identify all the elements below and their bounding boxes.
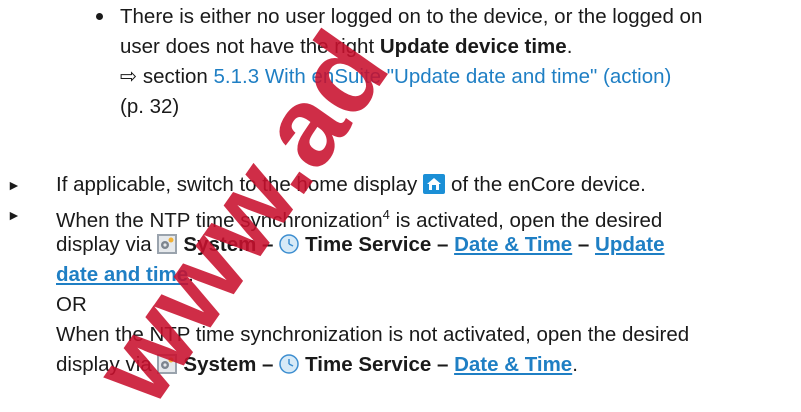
bullet-dot <box>96 13 103 20</box>
home-icon <box>422 174 445 202</box>
bullet-line-2: user does not have the right Update devi… <box>120 35 573 58</box>
section-reference: ⇨ section 5.1.3 With enSuite "Update dat… <box>120 65 672 88</box>
footnote-ref: 4 <box>382 207 390 222</box>
step-marker: ► <box>7 207 21 223</box>
bullet-line-1: There is either no user logged on to the… <box>120 5 703 28</box>
section-link[interactable]: 5.1.3 With enSuite "Update date and time… <box>214 65 672 88</box>
clock-icon <box>279 234 299 262</box>
step-1: If applicable, switch to the home displa… <box>56 171 646 202</box>
clock-icon <box>279 354 299 382</box>
update-link-part-1[interactable]: Update <box>595 233 664 256</box>
step-2-line-2: display via System – Time Service – Date… <box>56 231 665 262</box>
step-3-line-2: display via System – Time Service – Date… <box>56 351 578 382</box>
step-3-line-1: When the NTP time synchronization is not… <box>56 323 690 346</box>
system-icon <box>157 234 178 262</box>
step-marker: ► <box>7 177 21 193</box>
page-reference: (p. 32) <box>120 95 180 118</box>
or-separator: OR <box>56 293 87 316</box>
date-time-link[interactable]: Date & Time <box>454 233 572 256</box>
system-icon <box>157 354 178 382</box>
update-link-part-2[interactable]: date and time <box>56 263 188 286</box>
right-name: Update device time <box>379 35 567 58</box>
date-time-link[interactable]: Date & Time <box>454 353 572 376</box>
step-2-line-3: date and time. <box>56 263 194 286</box>
step-2-line-1: When the NTP time synchronization4 is ac… <box>56 207 663 232</box>
